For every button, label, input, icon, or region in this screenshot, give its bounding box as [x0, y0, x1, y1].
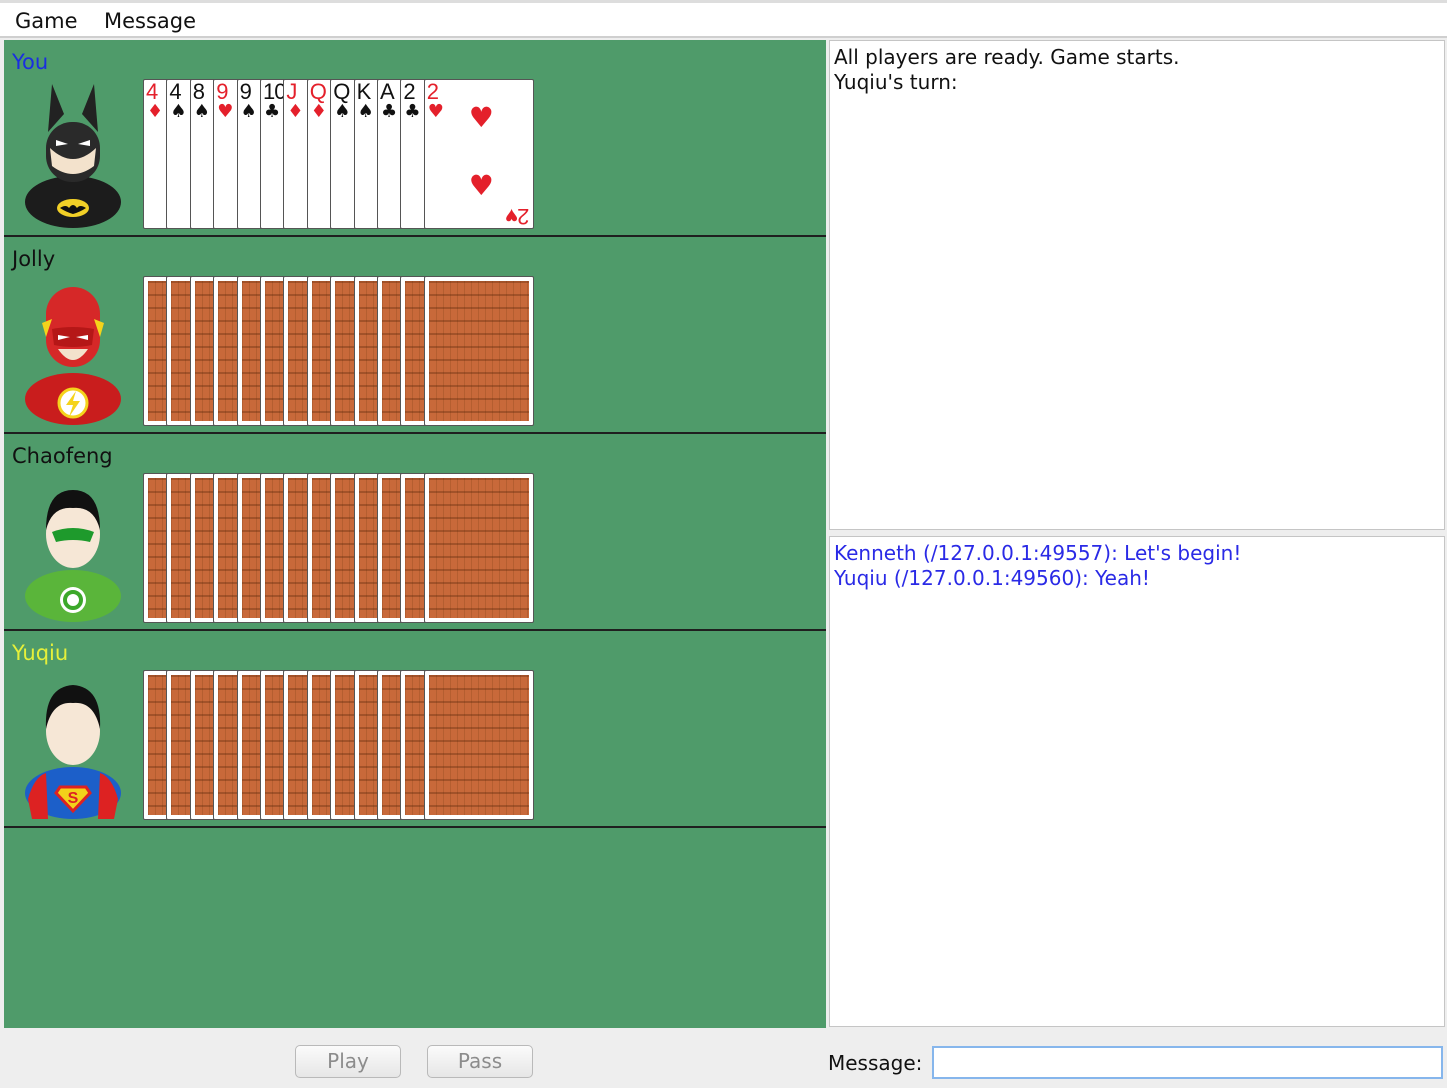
menu-game[interactable]: Game — [15, 9, 78, 33]
superman-avatar: S — [24, 673, 122, 819]
game-log-panel[interactable]: All players are ready. Game starts. Yuqi… — [829, 40, 1445, 530]
card-back-pattern — [428, 281, 529, 421]
card-back — [423, 276, 534, 426]
player-row-you: You 4 ♦ 4 ♠ 8 ♠ 9 ♥ 9 ♠ 10 ♣ J ♦ Q ♦ Q ♠ K ♠ A ♣ 2 ♣ 2 ♥ ♥ ♥ 2♥ — [4, 40, 826, 237]
message-input[interactable] — [932, 1046, 1443, 1079]
player-name: Chaofeng — [12, 444, 113, 468]
player-name: You — [12, 50, 49, 74]
svg-text:S: S — [68, 790, 79, 807]
menu-bar: Game Message — [0, 0, 1447, 38]
message-label: Message: — [828, 1051, 923, 1075]
menu-message[interactable]: Message — [104, 9, 196, 33]
card-suit: ♠ — [357, 101, 374, 122]
card-suit: ♠ — [170, 101, 187, 122]
card-suit: ♦ — [147, 101, 164, 122]
chat-log-panel[interactable]: Kenneth (/127.0.0.1:49557): Let's begin!… — [829, 536, 1445, 1027]
card-back — [423, 670, 534, 820]
card-suit: ♦ — [310, 101, 327, 122]
card-suit: ♥ — [427, 101, 444, 122]
card-suit: ♣ — [264, 101, 281, 122]
player-name: Yuqiu — [12, 641, 69, 665]
batman-avatar — [24, 82, 122, 228]
card-back-pattern — [428, 478, 529, 618]
card-suit: ♦ — [287, 101, 304, 122]
log-line: All players are ready. Game starts. — [834, 45, 1180, 69]
player-row-yuqiu: Yuqiu S — [4, 631, 826, 828]
chat-line: Kenneth (/127.0.0.1:49557): Let's begin! — [834, 541, 1242, 565]
card-suit: ♠ — [193, 101, 210, 122]
player-row-jolly: Jolly — [4, 237, 826, 434]
card-suit: ♣ — [381, 101, 398, 122]
card-suit: ♥ — [217, 101, 234, 122]
player-name: Jolly — [12, 247, 56, 271]
pass-button[interactable]: Pass — [427, 1045, 533, 1078]
card-back — [423, 473, 534, 623]
chat-line: Yuqiu (/127.0.0.1:49560): Yeah! — [834, 566, 1150, 590]
card-suit: ♣ — [404, 101, 421, 122]
card-pip: ♥ — [468, 169, 494, 202]
player-row-chaofeng: Chaofeng — [4, 434, 826, 631]
flash-avatar — [24, 279, 122, 425]
card-table: You 4 ♦ 4 ♠ 8 ♠ 9 ♥ 9 ♠ 10 ♣ J ♦ Q ♦ Q ♠ K ♠ A ♣ 2 ♣ 2 ♥ ♥ ♥ 2♥ Joll… — [4, 40, 826, 1028]
card-back-pattern — [428, 675, 529, 815]
card-rank-corner: 2♥ — [506, 204, 530, 229]
log-line: Yuqiu's turn: — [834, 70, 958, 94]
card-suit: ♠ — [334, 101, 351, 122]
play-button[interactable]: Play — [295, 1045, 401, 1078]
card-suit: ♠ — [240, 101, 257, 122]
green-lantern-avatar — [24, 476, 122, 622]
big-two-window: Game Message You 4 ♦ 4 ♠ 8 ♠ 9 ♥ 9 ♠ 10 ♣ J ♦ Q ♦ Q ♠ K ♠ A ♣… — [0, 0, 1447, 1088]
card-pip: ♥ — [468, 101, 494, 134]
playing-card[interactable]: 2 ♥ ♥ ♥ 2♥ — [423, 79, 534, 229]
